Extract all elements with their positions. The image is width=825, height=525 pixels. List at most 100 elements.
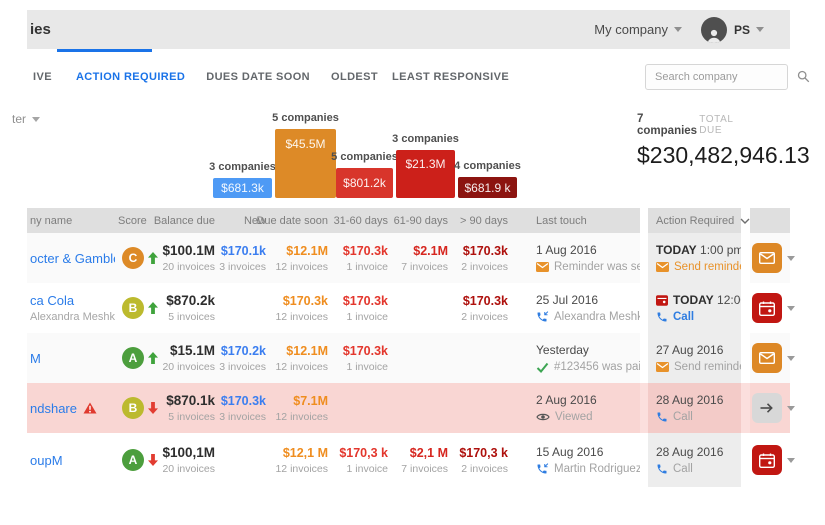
calendar-icon: [758, 301, 775, 316]
trend-down-icon: [148, 402, 158, 414]
due-soon-value: $12.1M: [286, 243, 328, 258]
bar-count-label: 5 companies: [272, 112, 339, 124]
go-to-company-button[interactable]: [751, 393, 782, 423]
bar-new[interactable]: 3 companies $681.3k: [209, 161, 276, 198]
company-link[interactable]: M: [30, 351, 41, 366]
company-menu[interactable]: My company: [594, 22, 682, 37]
tab-oldest[interactable]: OLDEST: [331, 71, 378, 83]
trend-up-icon: [148, 352, 158, 364]
balance-due-value: $100,1M: [162, 445, 215, 460]
action-call[interactable]: Call: [656, 311, 741, 323]
header-balance-due: Balance due: [154, 208, 217, 233]
header-action-required[interactable]: Action Required: [648, 208, 750, 233]
company-link[interactable]: ndshare: [30, 401, 77, 416]
new-value: $170.3k: [220, 393, 266, 408]
company-link[interactable]: oupM: [30, 453, 63, 468]
action-call[interactable]: Call: [656, 463, 741, 475]
aging-chart-panel: ter 3 companies $681.3k 5 companies $45.…: [0, 100, 810, 203]
trend-down-icon: [148, 454, 158, 466]
filter-label: ter: [12, 112, 27, 126]
d90-value: $170.3k: [462, 243, 508, 258]
bar-count-label: 3 companies: [392, 133, 459, 145]
last-touch-date: 2 Aug 2016: [536, 393, 597, 407]
tab-active-list[interactable]: IVE: [33, 71, 52, 83]
send-reminder-button[interactable]: [751, 243, 782, 273]
table-row: ca Cola Alexandra Meshkova B $870.2k 5 in…: [27, 283, 795, 333]
action-send-reminder[interactable]: Send reminder: [656, 361, 749, 373]
chevron-down-icon: [756, 27, 764, 32]
d31-value: $170.3k: [342, 293, 388, 308]
calendar-icon: [758, 453, 775, 468]
bar-over-90-days[interactable]: 4 companies $681.9 k: [454, 160, 521, 198]
user-menu[interactable]: PS: [734, 23, 764, 37]
chevron-down-icon[interactable]: [786, 305, 795, 311]
last-touch-date: Yesterday: [536, 343, 589, 357]
tab-least-responsive[interactable]: LEAST RESPONSIVE: [392, 71, 509, 83]
search-input[interactable]: [655, 70, 797, 83]
bar-value-label: $681.3k: [221, 181, 264, 195]
envelope-icon: [656, 362, 669, 372]
schedule-call-button[interactable]: [751, 293, 782, 323]
bar-31-60-days[interactable]: 5 companies $801.2k: [331, 151, 398, 198]
new-value: $170.2k: [220, 343, 266, 358]
call-log-icon: [537, 463, 549, 474]
top-bar: ies My company PS: [27, 10, 790, 49]
action-send-reminder[interactable]: Send reminder: [656, 261, 749, 273]
envelope-icon: [656, 262, 669, 272]
avatar[interactable]: [700, 16, 727, 43]
chevron-down-icon[interactable]: [786, 255, 795, 261]
last-touch-date: 25 Jul 2016: [536, 293, 599, 307]
phone-icon: [657, 464, 667, 474]
active-tab-indicator: [57, 49, 152, 52]
bar-value-label: $801.2k: [343, 176, 386, 190]
send-reminder-button[interactable]: [751, 343, 782, 373]
bar-value-label: $21.3M: [405, 157, 446, 171]
table-row-highlighted: ndshare B $870.1k 5 invoices $170.3k 3 inv…: [27, 383, 795, 433]
chevron-down-icon[interactable]: [786, 457, 795, 463]
score-badge: A: [122, 347, 144, 369]
tab-action-required[interactable]: ACTION REQUIRED: [76, 71, 185, 83]
companies-dashboard: ies My company PS IVE ACTION REQUIRED DU…: [0, 0, 825, 525]
tab-dues-date-soon[interactable]: DUES DATE SOON: [206, 71, 310, 83]
total-due-summary: 7 companies TOTAL DUE $230,482,946.13: [637, 113, 810, 169]
d61-value: $2.1M: [413, 243, 448, 258]
search-icon: [797, 70, 810, 83]
search-box: [645, 63, 810, 90]
chevron-down-icon[interactable]: [786, 405, 795, 411]
filter-dropdown[interactable]: ter: [12, 112, 41, 126]
bar-count-label: 4 companies: [454, 160, 521, 172]
due-soon-value: $170.3k: [282, 293, 328, 308]
action-call[interactable]: Call: [656, 411, 741, 423]
balance-due-value: $100.1M: [162, 243, 215, 258]
company-link[interactable]: ca Cola: [30, 293, 74, 308]
last-touch-text: #123456 was paid: [554, 361, 648, 373]
phone-icon: [657, 412, 667, 422]
header-over-90-days: > 90 days: [450, 208, 510, 233]
bar-61-90-days[interactable]: 3 companies $21.3M: [392, 133, 459, 198]
last-touch-date: 1 Aug 2016: [536, 243, 597, 257]
schedule-call-button[interactable]: [751, 445, 782, 475]
header-31-60-days: 31-60 days: [330, 208, 390, 233]
score-badge: B: [122, 297, 144, 319]
d31-value: $170.3k: [342, 343, 388, 358]
summary-companies-count: 7 companies: [637, 113, 698, 137]
trend-up-icon: [148, 302, 158, 314]
envelope-icon: [758, 252, 775, 264]
header-due-date-soon: Due date soon: [256, 208, 330, 233]
balance-due-value: $870.1k: [166, 393, 215, 408]
call-log-icon: [537, 311, 549, 322]
eye-icon: [536, 413, 550, 421]
chevron-down-icon[interactable]: [786, 355, 795, 361]
due-soon-value: $7.1M: [293, 393, 328, 408]
page-title: ies: [30, 21, 51, 38]
score-badge: B: [122, 397, 144, 419]
d90-value: $170.3k: [462, 293, 508, 308]
score-badge: A: [122, 449, 144, 471]
table-header: ny name Score Balance due New Due date s…: [27, 208, 790, 233]
tab-bar: IVE ACTION REQUIRED DUES DATE SOON OLDES…: [27, 53, 810, 100]
account-manager: Alexandra Meshkova: [30, 311, 133, 323]
new-value: $170.1k: [220, 243, 266, 258]
bar-due-date-soon[interactable]: 5 companies $45.5M: [272, 112, 339, 198]
phone-icon: [657, 312, 667, 322]
companies-table: ny name Score Balance due New Due date s…: [27, 208, 795, 487]
